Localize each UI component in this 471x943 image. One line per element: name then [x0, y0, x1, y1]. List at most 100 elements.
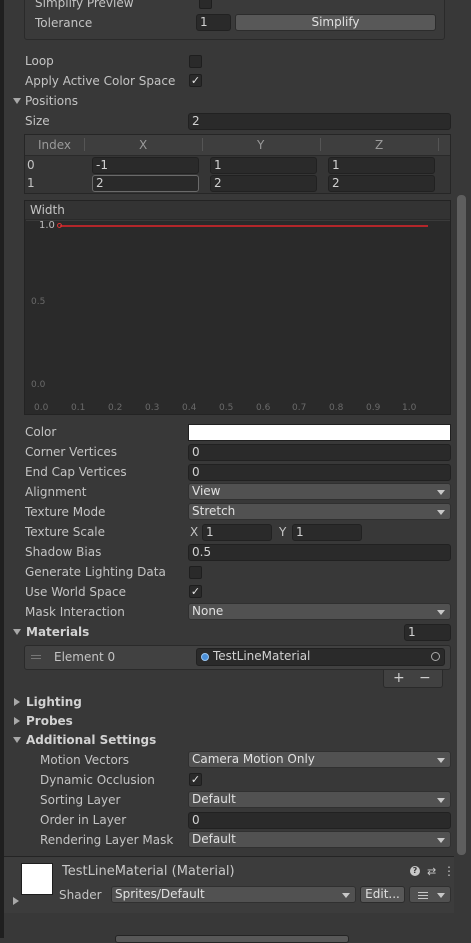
- order-in-layer-label: Order in Layer: [40, 813, 127, 827]
- width-ytick: 0.5: [31, 297, 46, 307]
- materials-label[interactable]: Materials: [26, 624, 89, 640]
- use-world-space-checkbox[interactable]: ✓: [189, 585, 202, 598]
- sorting-layer-label: Sorting Layer: [40, 793, 121, 807]
- scene-view-edge: [0, 0, 4, 938]
- width-xtick: 0.9: [366, 403, 381, 413]
- shadow-bias-label: Shadow Bias: [25, 545, 102, 559]
- positions-foldout-arrow[interactable]: [13, 98, 21, 104]
- chevron-down-icon: [437, 893, 445, 898]
- row0-z-input[interactable]: 1: [328, 157, 435, 174]
- sorting-layer-dropdown[interactable]: Default: [188, 791, 451, 808]
- width-xtick: 1.0: [402, 403, 417, 413]
- simplify-preview-checkbox[interactable]: [199, 0, 212, 9]
- material-title: TestLineMaterial (Material): [62, 864, 235, 879]
- shader-edit-button[interactable]: Edit...: [360, 886, 405, 903]
- chevron-down-icon: [437, 610, 445, 615]
- scrollbar-thumb[interactable]: [457, 195, 466, 855]
- simplify-button[interactable]: Simplify: [235, 14, 436, 31]
- object-picker-icon[interactable]: [431, 652, 440, 661]
- color-label: Color: [25, 425, 57, 439]
- probes-foldout-arrow[interactable]: [14, 717, 20, 725]
- width-xtick: 0.7: [292, 403, 307, 413]
- row1-z-input[interactable]: 2: [328, 175, 435, 192]
- lighting-label[interactable]: Lighting: [26, 694, 82, 710]
- texture-mode-label: Texture Mode: [25, 505, 106, 519]
- drag-handle-icon[interactable]: [31, 655, 41, 656]
- generate-lighting-label: Generate Lighting Data: [25, 565, 166, 579]
- additional-settings-label[interactable]: Additional Settings: [26, 732, 156, 748]
- element0-material-field[interactable]: TestLineMaterial: [196, 648, 445, 666]
- alignment-dropdown[interactable]: View: [188, 483, 451, 500]
- positions-table-header: [25, 135, 450, 156]
- tolerance-input[interactable]: 1: [196, 14, 231, 31]
- sorting-layer-value: Default: [192, 792, 236, 806]
- material-foldout-arrow[interactable]: [13, 897, 19, 905]
- width-xtick: 0.6: [256, 403, 271, 413]
- rendering-layer-mask-dropdown[interactable]: Default: [188, 831, 451, 848]
- texture-scale-y-input[interactable]: 1: [292, 524, 362, 541]
- row1-x-input[interactable]: 2: [92, 175, 199, 192]
- header-x[interactable]: X: [139, 138, 147, 152]
- tolerance-label: Tolerance: [35, 16, 93, 30]
- material-preview-thumbnail: [21, 863, 53, 895]
- element0-label: Element 0: [54, 650, 116, 664]
- remove-element-button[interactable]: −: [419, 670, 431, 686]
- motion-vectors-dropdown[interactable]: Camera Motion Only: [188, 751, 451, 768]
- dynamic-occlusion-label: Dynamic Occlusion: [40, 773, 155, 787]
- chevron-down-icon: [437, 758, 445, 763]
- size-input[interactable]: 2: [188, 113, 451, 130]
- mask-interaction-dropdown[interactable]: None: [188, 603, 451, 620]
- texture-mode-value: Stretch: [192, 504, 236, 518]
- header-divider: [320, 138, 321, 151]
- texture-scale-y-label[interactable]: Y: [279, 525, 286, 539]
- header-index[interactable]: Index: [38, 138, 71, 152]
- materials-count-input[interactable]: 1: [404, 624, 451, 641]
- lighting-foldout-arrow[interactable]: [14, 698, 20, 706]
- width-xtick: 0.8: [329, 403, 344, 413]
- chevron-down-icon: [437, 798, 445, 803]
- dynamic-occlusion-checkbox[interactable]: ✓: [189, 773, 202, 786]
- shader-options-dropdown[interactable]: [409, 886, 451, 903]
- loop-checkbox[interactable]: [189, 55, 202, 68]
- row-index: 0: [27, 158, 35, 172]
- more-menu-icon[interactable]: ⋮: [443, 864, 455, 878]
- corner-vertices-input[interactable]: 0: [188, 444, 451, 461]
- end-cap-vertices-input[interactable]: 0: [188, 464, 451, 481]
- apply-color-space-checkbox[interactable]: ✓: [189, 74, 202, 87]
- header-y[interactable]: Y: [257, 138, 264, 152]
- materials-foldout-arrow[interactable]: [13, 629, 21, 635]
- help-icon[interactable]: ?: [410, 866, 420, 876]
- positions-label[interactable]: Positions: [25, 93, 78, 109]
- shadow-bias-input[interactable]: 0.5: [188, 544, 451, 561]
- generate-lighting-checkbox[interactable]: [189, 566, 202, 579]
- width-curve-editor[interactable]: [24, 200, 451, 415]
- additional-foldout-arrow[interactable]: [13, 737, 21, 743]
- add-element-button[interactable]: +: [393, 670, 405, 686]
- probes-label[interactable]: Probes: [26, 713, 73, 729]
- texture-scale-x-input[interactable]: 1: [202, 524, 272, 541]
- texture-scale-x-label[interactable]: X: [190, 525, 198, 539]
- texture-mode-dropdown[interactable]: Stretch: [188, 503, 451, 520]
- row1-y-input[interactable]: 2: [210, 175, 317, 192]
- row0-y-input[interactable]: 1: [210, 157, 317, 174]
- preset-icon[interactable]: ⇄: [427, 865, 436, 878]
- header-z[interactable]: Z: [375, 138, 383, 152]
- motion-vectors-label: Motion Vectors: [40, 753, 129, 767]
- alignment-value: View: [192, 484, 221, 498]
- width-xtick: 0.0: [34, 403, 49, 413]
- color-swatch[interactable]: [188, 424, 451, 441]
- size-label: Size: [25, 114, 50, 128]
- width-curve-line[interactable]: [60, 225, 428, 227]
- width-curve-key[interactable]: [57, 223, 62, 228]
- shader-dropdown[interactable]: Sprites/Default: [111, 886, 356, 903]
- chevron-down-icon: [437, 490, 445, 495]
- row-index: 1: [27, 176, 35, 190]
- add-component-button-edge[interactable]: [115, 935, 349, 943]
- apply-color-space-label: Apply Active Color Space: [25, 74, 176, 88]
- width-xtick: 0.4: [182, 403, 197, 413]
- order-in-layer-input[interactable]: 0: [188, 812, 451, 829]
- element0-material-name: TestLineMaterial: [213, 649, 311, 663]
- loop-label: Loop: [25, 54, 54, 68]
- row0-x-input[interactable]: -1: [92, 157, 199, 174]
- texture-scale-label: Texture Scale: [25, 525, 106, 539]
